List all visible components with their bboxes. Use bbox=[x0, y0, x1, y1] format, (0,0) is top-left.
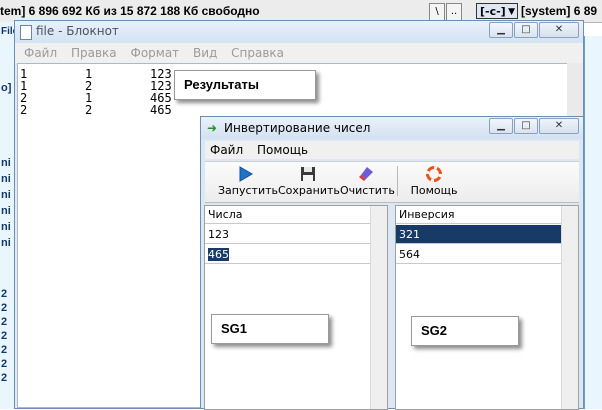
close-button[interactable]: ✕ bbox=[539, 118, 579, 134]
minimize-icon: ▁ bbox=[497, 24, 505, 35]
panel-edge-text: 2 bbox=[1, 288, 8, 300]
app-title-bar[interactable]: ➜ Инвертирование чисел ▁ □ ✕ bbox=[201, 117, 583, 139]
toolbar-separator bbox=[397, 166, 398, 196]
close-button[interactable]: ✕ bbox=[539, 22, 579, 38]
grid-cell: 321 bbox=[399, 228, 420, 241]
save-label: Сохранить bbox=[278, 184, 340, 197]
panel-edge-text: 2 bbox=[1, 302, 8, 314]
play-icon bbox=[239, 166, 253, 182]
volume-label: [system] 6 89 bbox=[521, 4, 598, 18]
inversion-column-header[interactable]: Инверсия bbox=[396, 206, 564, 224]
notepad-title: file - Блокнот bbox=[36, 24, 119, 38]
notepad-title-bar[interactable]: file - Блокнот ▁ □ ✕ bbox=[15, 21, 583, 43]
run-label: Запустить bbox=[218, 184, 278, 197]
floppy-disk-icon bbox=[301, 167, 315, 181]
inversion-app-window: ➜ Инвертирование чисел ▁ □ ✕ Файл Помощь… bbox=[200, 116, 584, 410]
close-icon: ✕ bbox=[554, 24, 564, 35]
help-label: Помощь bbox=[410, 184, 458, 197]
grid-row[interactable]: 465 bbox=[205, 245, 373, 264]
clear-label: Очистить bbox=[340, 184, 395, 197]
menu-file[interactable]: Файл bbox=[205, 141, 248, 159]
grid-row[interactable]: 321 bbox=[396, 225, 564, 244]
root-dir-button[interactable]: \ bbox=[429, 3, 445, 21]
panel-edge-text: ni bbox=[1, 237, 11, 249]
panel-edge-text: ni bbox=[1, 221, 11, 233]
menu-view[interactable]: Вид bbox=[188, 43, 222, 63]
panel-edge-text: ni bbox=[1, 205, 11, 217]
results-label: Результаты bbox=[174, 70, 316, 100]
free-space-status: tem] 6 896 692 Кб из 15 872 188 Кб свобо… bbox=[0, 4, 260, 18]
drive-select-value: [-c-] bbox=[480, 5, 506, 18]
app-title: Инвертирование чисел bbox=[224, 121, 371, 135]
minimize-icon: ▁ bbox=[497, 120, 505, 131]
menu-edit[interactable]: Правка bbox=[66, 43, 122, 63]
sg2-label: SG2 bbox=[411, 316, 519, 346]
panel-edge-text: ni bbox=[1, 173, 11, 185]
sg1-label: SG1 bbox=[211, 314, 329, 344]
lifebuoy-icon bbox=[426, 166, 442, 182]
inversion-grid[interactable]: Инверсия 321 564 bbox=[395, 205, 579, 410]
save-button[interactable]: Сохранить bbox=[278, 164, 340, 200]
grid-cell: 123 bbox=[208, 228, 229, 241]
maximize-icon: □ bbox=[521, 24, 531, 35]
file-panel-left-edge: File o] ni ni ni ni ni ni 2 2 2 2 2 2 2 bbox=[0, 22, 18, 409]
app-toolbar: Запустить Сохранить Очистить Помощь bbox=[205, 161, 579, 203]
menu-format[interactable]: Формат bbox=[125, 43, 184, 63]
app-arrow-icon: ➜ bbox=[207, 121, 218, 135]
panel-edge-text: 2 bbox=[1, 358, 8, 370]
help-button[interactable]: Помощь bbox=[406, 164, 462, 200]
text-line: 2 2 465 bbox=[20, 103, 172, 117]
file-panel-right-edge bbox=[584, 36, 602, 409]
panel-edge-text: 2 bbox=[1, 344, 8, 356]
close-icon: ✕ bbox=[554, 120, 564, 131]
minimize-button[interactable]: ▁ bbox=[489, 118, 513, 134]
run-button[interactable]: Запустить bbox=[218, 164, 278, 200]
menu-file[interactable]: Файл bbox=[15, 43, 62, 63]
panel-edge-text: ni bbox=[1, 157, 11, 169]
numbers-column-header[interactable]: Числа bbox=[205, 206, 373, 224]
maximize-icon: □ bbox=[521, 120, 531, 131]
menu-help[interactable]: Справка bbox=[226, 43, 289, 63]
grid-row[interactable]: 564 bbox=[396, 245, 564, 264]
maximize-button[interactable]: □ bbox=[514, 22, 538, 38]
panel-edge-text: ni bbox=[1, 189, 11, 201]
drive-select[interactable]: [-c-] ▼ bbox=[476, 3, 518, 19]
grid-row[interactable]: 123 bbox=[205, 225, 373, 244]
numbers-scrollbar[interactable] bbox=[370, 206, 387, 409]
app-menu-bar: Файл Помощь bbox=[205, 141, 579, 159]
minimize-button[interactable]: ▁ bbox=[489, 22, 513, 38]
chevron-down-icon: ▼ bbox=[508, 7, 515, 17]
maximize-button[interactable]: □ bbox=[514, 118, 538, 134]
inversion-scrollbar[interactable] bbox=[561, 206, 578, 409]
notepad-icon bbox=[20, 25, 32, 40]
eraser-icon bbox=[359, 167, 373, 181]
parent-dir-button[interactable]: .. bbox=[446, 3, 462, 21]
panel-edge-text: o] bbox=[1, 82, 12, 94]
grid-cell: 465 bbox=[208, 248, 229, 261]
notepad-menu-bar: Файл Правка Формат Вид Справка bbox=[15, 43, 583, 63]
numbers-grid[interactable]: Числа 123 465 bbox=[204, 205, 388, 410]
menu-help[interactable]: Помощь bbox=[252, 141, 313, 159]
panel-edge-text: 2 bbox=[1, 372, 8, 384]
grid-cell: 564 bbox=[399, 248, 420, 261]
clear-button[interactable]: Очистить bbox=[340, 164, 395, 200]
panel-edge-text: 2 bbox=[1, 330, 8, 342]
panel-edge-text: 2 bbox=[1, 316, 8, 328]
